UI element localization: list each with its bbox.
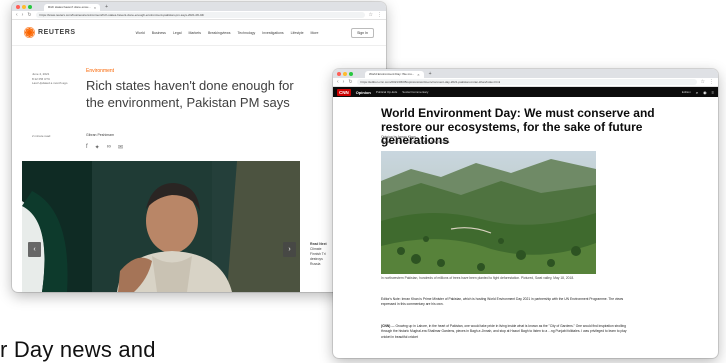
reuters-wordmark: REUTERS [38, 29, 76, 36]
tab-bar: World Environment Day: We mu... × + [333, 69, 718, 78]
back-icon[interactable]: ‹ [16, 12, 18, 18]
reload-icon[interactable]: ↻ [348, 79, 352, 85]
nav-item-technology[interactable]: Technology [238, 31, 256, 35]
dateline: (CNN) [381, 324, 391, 328]
bookmark-icon[interactable]: ☆ [701, 79, 705, 85]
nav-item-breakingviews[interactable]: Breakingviews [208, 31, 231, 35]
minimize-window-icon[interactable] [343, 71, 347, 76]
address-input[interactable]: https://www.reuters.com/business/environ… [35, 12, 365, 18]
article-category-link[interactable]: Environment [86, 68, 114, 74]
background-caption-fragment: r Day news and [0, 337, 156, 362]
cnn-browser-window: World Environment Day: We mu... × + ‹ › … [333, 69, 718, 358]
cnn-nav-right: Edition ⌕ ◉ ≡ [682, 90, 714, 95]
menu-icon[interactable]: ⋮ [377, 12, 382, 18]
edition-selector[interactable]: Edition [682, 90, 691, 94]
maximize-window-icon[interactable] [349, 71, 353, 76]
section-opinion-link[interactable]: Opinion [356, 90, 371, 95]
forward-icon[interactable]: › [343, 79, 345, 85]
article-headline: Rich states haven't done enough for the … [86, 78, 294, 110]
nav-item-business[interactable]: Business [152, 31, 166, 35]
nav-political-op-eds[interactable]: Political Op-Eds [376, 90, 397, 94]
url-bar: ‹ › ↻ https://www.reuters.com/business/e… [12, 11, 386, 20]
account-icon[interactable]: ◉ [703, 90, 707, 95]
url-bar: ‹ › ↻ https://edition.cnn.com/2021/06/05… [333, 78, 718, 87]
nav-item-investigations[interactable]: Investigations [262, 31, 283, 35]
close-window-icon[interactable] [337, 71, 341, 76]
facebook-icon[interactable]: f [86, 144, 88, 151]
cnn-nav-bar: CNN Opinion Political Op-Eds Social Comm… [333, 87, 718, 97]
tab-bar: Rich states haven't done enou... × + [12, 2, 386, 11]
nav-item-markets[interactable]: Markets [189, 31, 201, 35]
new-tab-icon[interactable]: + [105, 4, 108, 10]
back-icon[interactable]: ‹ [337, 79, 339, 85]
bookmark-icon[interactable]: ☆ [369, 12, 373, 18]
share-bar: f ✦ ∞ ✉ [86, 144, 123, 151]
last-updated: Last Updated a month ago [32, 81, 68, 86]
menu-icon[interactable]: ⋮ [709, 79, 714, 85]
new-tab-icon[interactable]: + [429, 71, 432, 77]
portrait-illustration [22, 161, 300, 292]
maximize-window-icon[interactable] [28, 4, 32, 9]
article-body-paragraph: (CNN) — Growing up in Lahore, in the hea… [381, 324, 631, 340]
link-icon[interactable]: ∞ [107, 144, 111, 151]
reuters-logo[interactable]: REUTERS [24, 27, 76, 38]
reload-icon[interactable]: ↻ [27, 12, 31, 18]
nav-social-commentary[interactable]: Social Commentary [402, 90, 428, 94]
author-link[interactable]: Gibran Peshimam [86, 133, 114, 137]
paragraph-text: — Growing up in Lahore, in the heart of … [381, 324, 627, 339]
minimize-window-icon[interactable] [22, 4, 26, 9]
read-time: 2 minute read [32, 134, 51, 138]
article-hero-photo [22, 161, 300, 292]
article-byline: Opinion by Imran Khan Updated 0719 GMT (… [381, 135, 450, 144]
tab-title: World Environment Day: We mu... [369, 72, 415, 76]
article-meta: June 4, 2021 8:12 PM UTC Last Updated a … [32, 72, 82, 86]
close-tab-icon[interactable]: × [417, 71, 419, 78]
carousel-prev-button[interactable]: ‹ [28, 242, 41, 257]
editors-note: Editor's Note: Imran Khan is Prime Minis… [381, 297, 624, 307]
address-input[interactable]: https://edition.cnn.com/2021/06/05/opini… [356, 79, 697, 85]
site-nav: World Business Legal Markets Breakingvie… [136, 31, 319, 35]
hamburger-menu-icon[interactable]: ≡ [712, 90, 714, 95]
updated-timestamp: Updated 0719 GMT (1519 HKT) June 5, 2021 [381, 139, 450, 144]
nav-item-legal[interactable]: Legal [173, 31, 182, 35]
article-hero-photo [381, 151, 596, 274]
sign-in-button[interactable]: Sign In [351, 27, 374, 38]
forward-icon[interactable]: › [22, 12, 24, 18]
cnn-logo[interactable]: CNN [337, 88, 351, 96]
twitter-icon[interactable]: ✦ [95, 144, 100, 151]
tab-title: Rich states haven't done enou... [48, 5, 91, 9]
close-window-icon[interactable] [16, 4, 20, 9]
reuters-browser-window: Rich states haven't done enou... × + ‹ ›… [12, 2, 386, 292]
reuters-logo-mark-icon [24, 27, 35, 38]
nav-item-lifestyle[interactable]: Lifestyle [291, 31, 304, 35]
site-header: REUTERS World Business Legal Markets Bre… [12, 20, 386, 46]
close-tab-icon[interactable]: × [94, 4, 96, 11]
nav-item-more[interactable]: More [311, 31, 319, 35]
browser-tab[interactable]: Rich states haven't done enou... × [44, 4, 101, 11]
carousel-next-button[interactable]: › [283, 242, 296, 257]
valley-landscape-illustration [381, 151, 596, 274]
screenshot-stage: Rich states haven't done enou... × + ‹ ›… [0, 0, 726, 363]
email-icon[interactable]: ✉ [118, 144, 123, 151]
browser-tab[interactable]: World Environment Day: We mu... × [365, 71, 424, 78]
photo-caption: In northwestern Pakistan, hundreds of mi… [381, 276, 575, 280]
search-icon[interactable]: ⌕ [696, 90, 698, 95]
nav-item-world[interactable]: World [136, 31, 145, 35]
